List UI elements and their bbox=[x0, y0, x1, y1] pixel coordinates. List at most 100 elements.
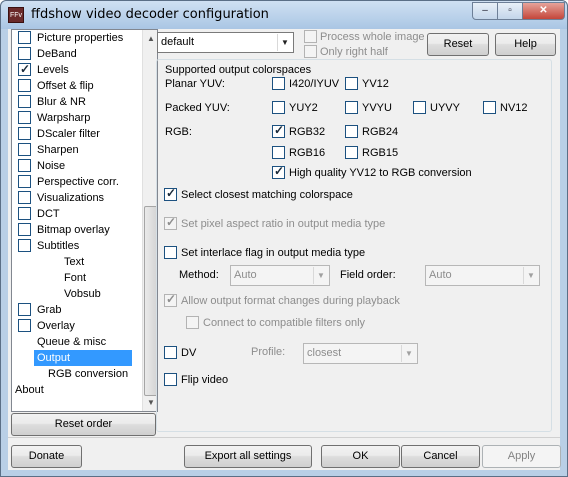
tree-item-checkbox[interactable] bbox=[18, 111, 31, 124]
dialog-client-area: ▲ ▼ Picture properties DeBand Levels Offset… bbox=[8, 29, 561, 470]
settings-tree[interactable]: ▲ ▼ Picture propertiesDeBandLevelsOffset… bbox=[11, 29, 158, 412]
tree-item-checkbox[interactable] bbox=[18, 303, 31, 316]
hq-yv12-rgb-label: High quality YV12 to RGB conversion bbox=[289, 167, 472, 179]
tree-item-checkbox[interactable] bbox=[18, 191, 31, 204]
tree-item-checkbox[interactable] bbox=[18, 143, 31, 156]
tree-item-checkbox[interactable] bbox=[18, 239, 31, 252]
i420-checkbox[interactable] bbox=[272, 77, 285, 90]
apply-button[interactable]: Apply bbox=[482, 445, 561, 468]
tree-item-checkbox[interactable] bbox=[18, 159, 31, 172]
tree-item-checkbox[interactable] bbox=[18, 61, 31, 77]
profile-value: closest bbox=[307, 347, 342, 359]
tree-item-checkbox[interactable] bbox=[18, 223, 31, 236]
export-all-settings-button[interactable]: Export all settings bbox=[184, 445, 312, 468]
only-right-half-checkbox[interactable] bbox=[304, 45, 317, 58]
tree-item-checkbox[interactable] bbox=[18, 175, 31, 188]
profile-label: Profile: bbox=[251, 346, 286, 358]
tree-item-label: Noise bbox=[37, 160, 66, 172]
field-order-label: Field order: bbox=[340, 269, 396, 281]
yuy2-label: YUY2 bbox=[289, 102, 318, 114]
planar-yuv-label: Planar YUV: bbox=[165, 78, 225, 90]
allow-format-changes-checkbox[interactable] bbox=[164, 292, 177, 307]
tree-item-checkbox[interactable] bbox=[18, 319, 31, 332]
field-order-select[interactable]: Auto ▼ bbox=[425, 265, 540, 286]
uyvy-checkbox[interactable] bbox=[413, 101, 426, 114]
tree-item-label: Sharpen bbox=[37, 144, 79, 156]
tree-item-checkbox[interactable] bbox=[18, 127, 31, 140]
rgb24-checkbox[interactable] bbox=[345, 125, 358, 138]
maximize-button[interactable]: ▫ bbox=[497, 2, 523, 20]
rgb32-label: RGB32 bbox=[289, 126, 326, 138]
close-button[interactable]: ✕ bbox=[522, 2, 565, 20]
select-closest-label: Select closest matching colorspace bbox=[181, 189, 353, 201]
tree-item-label: Bitmap overlay bbox=[37, 224, 110, 236]
preset-select[interactable]: default ▼ bbox=[157, 32, 294, 53]
tree-item-checkbox[interactable] bbox=[18, 79, 31, 92]
tree-item-label: DeBand bbox=[37, 48, 77, 60]
pixel-aspect-checkbox[interactable] bbox=[164, 215, 177, 230]
yvyu-checkbox[interactable] bbox=[345, 101, 358, 114]
rgb24-label: RGB24 bbox=[362, 126, 399, 138]
process-whole-image-label: Process whole image bbox=[320, 31, 425, 43]
i420-label: I420/IYUV bbox=[289, 78, 340, 90]
flip-video-checkbox[interactable] bbox=[164, 373, 177, 386]
tree-item-label: DCT bbox=[37, 208, 60, 220]
rgb16-label: RGB16 bbox=[289, 147, 326, 159]
tree-item-label: About bbox=[15, 384, 44, 396]
yv12-label: YV12 bbox=[362, 78, 389, 90]
tree-item-label: Queue & misc bbox=[37, 336, 107, 348]
tree-item-label: Perspective corr. bbox=[37, 176, 119, 188]
window-title: ffdshow video decoder configuration bbox=[31, 7, 269, 22]
tree-item-label: Output bbox=[34, 350, 132, 366]
rgb16-checkbox[interactable] bbox=[272, 146, 285, 159]
cancel-button[interactable]: Cancel bbox=[401, 445, 480, 468]
title-bar[interactable]: FFv ffdshow video decoder configuration … bbox=[1, 1, 567, 29]
donate-button[interactable]: Donate bbox=[11, 445, 82, 468]
pixel-aspect-label: Set pixel aspect ratio in output media t… bbox=[181, 218, 386, 230]
tree-item-checkbox[interactable] bbox=[18, 31, 31, 44]
chevron-down-icon: ▼ bbox=[401, 345, 416, 362]
flip-video-label: Flip video bbox=[181, 374, 229, 386]
ok-button[interactable]: OK bbox=[321, 445, 400, 468]
tree-item-label: Levels bbox=[37, 64, 69, 76]
dv-label: DV bbox=[181, 347, 197, 359]
scroll-up-arrow-icon[interactable]: ▲ bbox=[143, 30, 157, 47]
rgb15-checkbox[interactable] bbox=[345, 146, 358, 159]
method-select[interactable]: Auto ▼ bbox=[230, 265, 330, 286]
hq-yv12-rgb-checkbox[interactable] bbox=[272, 164, 285, 179]
rgb-label: RGB: bbox=[165, 126, 192, 138]
process-whole-image-checkbox[interactable] bbox=[304, 30, 317, 43]
ffdshow-app-icon: FFv bbox=[8, 7, 24, 23]
yv12-checkbox[interactable] bbox=[345, 77, 358, 90]
app-window: FFv ffdshow video decoder configuration … bbox=[0, 0, 568, 477]
dv-checkbox[interactable] bbox=[164, 346, 177, 359]
packed-yuv-label: Packed YUV: bbox=[165, 102, 230, 114]
reset-order-button[interactable]: Reset order bbox=[11, 413, 156, 436]
tree-item-checkbox[interactable] bbox=[18, 207, 31, 220]
minimize-button[interactable]: – bbox=[472, 2, 498, 20]
interlace-flag-label: Set interlace flag in output media type bbox=[181, 247, 366, 259]
tree-item-label: Grab bbox=[37, 304, 62, 316]
profile-select[interactable]: closest ▼ bbox=[303, 343, 418, 364]
select-closest-checkbox[interactable] bbox=[164, 186, 177, 201]
nv12-checkbox[interactable] bbox=[483, 101, 496, 114]
uyvy-label: UYVY bbox=[430, 102, 460, 114]
only-right-half-label: Only right half bbox=[320, 46, 388, 58]
tree-item-label: Font bbox=[64, 272, 87, 284]
nv12-label: NV12 bbox=[500, 102, 528, 114]
help-button[interactable]: Help bbox=[495, 33, 556, 56]
tree-item-label: Overlay bbox=[37, 320, 75, 332]
connect-compatible-label: Connect to compatible filters only bbox=[203, 317, 366, 329]
yuy2-checkbox[interactable] bbox=[272, 101, 285, 114]
tree-item-label: Text bbox=[64, 256, 85, 268]
chevron-down-icon: ▼ bbox=[523, 267, 538, 284]
interlace-flag-checkbox[interactable] bbox=[164, 246, 177, 259]
tree-item-checkbox[interactable] bbox=[18, 47, 31, 60]
rgb15-label: RGB15 bbox=[362, 147, 399, 159]
reset-button[interactable]: Reset bbox=[427, 33, 489, 56]
tree-item-checkbox[interactable] bbox=[18, 95, 31, 108]
colorspaces-section-title: Supported output colorspaces bbox=[164, 63, 313, 77]
method-value: Auto bbox=[234, 269, 257, 281]
connect-compatible-checkbox[interactable] bbox=[186, 316, 199, 329]
rgb32-checkbox[interactable] bbox=[272, 123, 285, 138]
